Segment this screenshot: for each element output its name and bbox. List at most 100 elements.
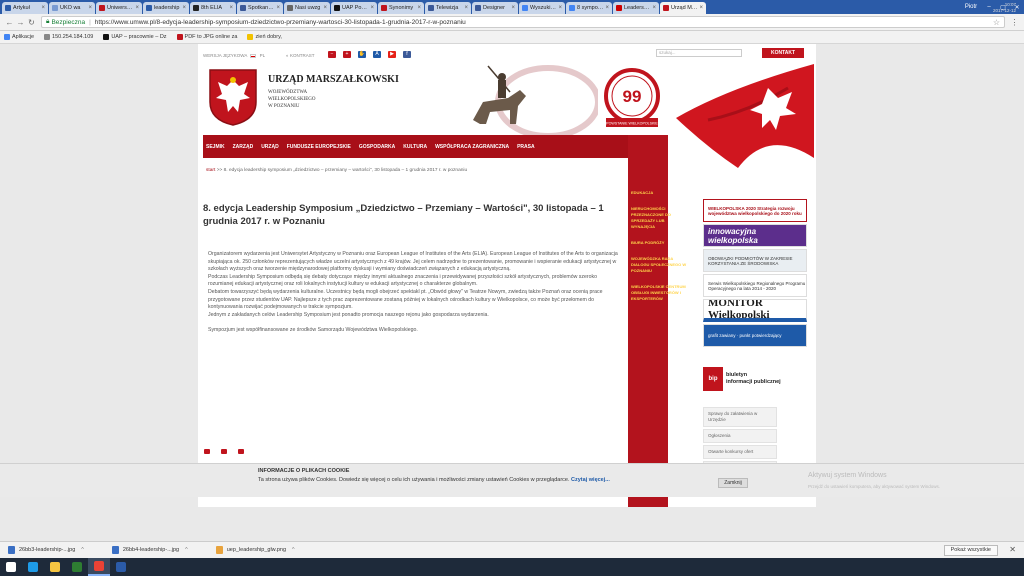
banner-wrpo[interactable]: Serwis Wielkopolskiego Regionalnego Prog… xyxy=(703,274,807,297)
reload-icon[interactable]: ↻ xyxy=(26,18,37,27)
bookmark-item[interactable]: 150.254.184.109 xyxy=(44,34,93,40)
browser-tab[interactable]: UKO wa × xyxy=(49,2,95,14)
tab-close-icon[interactable]: × xyxy=(88,5,92,11)
browser-tab[interactable]: Synonimy × xyxy=(378,2,424,14)
download-item[interactable]: 26bb4-leadership-...jpg ^ xyxy=(111,546,188,554)
tab-close-icon[interactable]: × xyxy=(41,5,45,11)
store-icon[interactable] xyxy=(66,558,88,576)
tab-close-icon[interactable]: × xyxy=(699,5,703,11)
download-item[interactable]: uep_leadership_glw.png ^ xyxy=(215,546,295,554)
forward-icon[interactable]: → xyxy=(15,18,26,27)
file-explorer-icon[interactable] xyxy=(44,558,66,576)
bookmark-item[interactable]: PDF to JPG online za xyxy=(176,34,237,40)
cookie-close-button[interactable]: Zamknij xyxy=(718,478,748,488)
tab-close-icon[interactable]: × xyxy=(511,5,515,11)
sidebar-nav-item[interactable]: WIELKOPOLSKIE CENTRUM OBSŁUGI INWESTORÓW… xyxy=(631,284,689,302)
menu-icon[interactable]: ⋮ xyxy=(1009,18,1020,27)
browser-tab[interactable]: UAP Poznań× xyxy=(331,2,377,14)
url-input[interactable]: 🔒︎ Bezpieczna | https://www.umww.pl/8-ed… xyxy=(41,16,1005,28)
font-size-increase-icon[interactable]: + xyxy=(343,51,351,58)
main-nav-item[interactable]: ZARZĄD xyxy=(233,144,254,150)
font-size-decrease-icon[interactable]: − xyxy=(328,51,336,58)
sidebar-link[interactable]: Ogłoszenia xyxy=(703,429,777,443)
tab-close-icon[interactable]: × xyxy=(558,5,562,11)
browser-tab[interactable]: Leadership × xyxy=(613,2,659,14)
sidebar-nav-item[interactable]: EDUKACJA xyxy=(631,190,689,196)
chevron-up-icon[interactable]: ^ xyxy=(292,547,295,553)
sidebar-nav-item[interactable]: NIERUCHOMOŚCI PRZEZNACZONE DO SPRZEDAŻY … xyxy=(631,206,689,230)
chrome-icon[interactable] xyxy=(88,558,110,576)
tab-close-icon[interactable]: × xyxy=(417,5,421,11)
system-tray[interactable]: 10:07 2017-12-12 xyxy=(993,2,1016,14)
browser-tab[interactable]: 8th ELIA × xyxy=(190,2,236,14)
internet-explorer-icon[interactable] xyxy=(22,558,44,576)
main-nav-item[interactable]: URZĄD xyxy=(261,144,279,150)
bookmark-star-icon[interactable]: ☆ xyxy=(993,18,1000,27)
email-icon[interactable] xyxy=(238,449,244,454)
windows-start-icon[interactable] xyxy=(0,558,22,576)
word-icon[interactable] xyxy=(110,558,132,576)
eagle-coat-of-arms-logo[interactable] xyxy=(208,68,258,126)
bookmark-item[interactable]: zień dobry, xyxy=(247,34,282,40)
browser-tab[interactable]: Wyszukiwa × xyxy=(519,2,565,14)
sign-language-icon[interactable]: ✋ xyxy=(358,51,366,58)
site-search-input[interactable]: szukaj... xyxy=(656,49,742,57)
tab-close-icon[interactable]: × xyxy=(229,5,233,11)
tab-close-icon[interactable]: × xyxy=(652,5,656,11)
main-nav-item[interactable]: WSPÓŁPRACA ZAGRANICZNA xyxy=(435,144,509,150)
contrast-toggle[interactable]: ◐ KONTRAST xyxy=(286,53,315,58)
tab-close-icon[interactable]: × xyxy=(182,5,186,11)
tab-close-icon[interactable]: × xyxy=(605,5,609,11)
main-nav-item[interactable]: GOSPODARKA xyxy=(359,144,395,150)
bookmark-item[interactable]: Aplikacje xyxy=(4,34,34,40)
anniversary-99-badge[interactable]: 99 POWSTANIE WIELKOPOLSKIE xyxy=(600,66,664,132)
banner-profil-zaufany[interactable]: grafit zawiany · punkt potwierdzający xyxy=(703,324,807,347)
pdf-icon[interactable] xyxy=(204,449,210,454)
breadcrumb-start-link[interactable]: start xyxy=(206,168,215,173)
sidebar-nav-item[interactable]: BIURA PODRÓŻY xyxy=(631,240,689,246)
browser-tab[interactable]: Urząd Marsz× xyxy=(660,2,706,14)
sidebar-link[interactable]: Otwarte konkursy ofert xyxy=(703,445,777,459)
show-all-downloads-button[interactable]: Pokaż wszystkie xyxy=(943,545,998,556)
banner-innowacyjna-wielkopolska[interactable]: innowacyjna wielkopolska xyxy=(703,224,807,247)
sidebar-nav-item[interactable]: WOJEWÓDZKA RADA DIALOGU SPOŁECZNEGO W PO… xyxy=(631,256,689,274)
browser-tab[interactable]: Telewizja × xyxy=(425,2,471,14)
banner-monitor-wielkopolski[interactable]: MONITOR Wielkopolski xyxy=(703,299,807,322)
contact-button[interactable]: KONTAKT xyxy=(762,48,804,58)
main-nav-item[interactable]: FUNDUSZE EUROPEJSKIE xyxy=(287,144,351,150)
tab-close-icon[interactable]: × xyxy=(276,5,280,11)
polish-flag-icon[interactable] xyxy=(250,53,257,58)
browser-tab[interactable]: 8 sympozjum× xyxy=(566,2,612,14)
bookmark-item[interactable]: UAP – pracownie – Dz xyxy=(103,34,167,40)
translate-icon[interactable]: A xyxy=(373,51,381,58)
banner-wielkopolska-2020[interactable]: WIELKOPOLSKA 2020 Strategia rozwoju woje… xyxy=(703,199,807,222)
youtube-icon[interactable]: ▶ xyxy=(388,51,396,58)
chevron-up-icon[interactable]: ^ xyxy=(81,547,84,553)
print-icon[interactable] xyxy=(221,449,227,454)
tab-close-icon[interactable]: × xyxy=(370,5,374,11)
tab-close-icon[interactable]: × xyxy=(323,5,327,11)
download-item[interactable]: 26bb3-leadership-...jpg ^ xyxy=(8,546,84,554)
bip-link[interactable]: bip biuletyn informacji publicznej xyxy=(703,359,807,399)
close-downloads-icon[interactable]: ✕ xyxy=(1009,545,1016,554)
window-user-label[interactable]: Piotr xyxy=(960,4,982,10)
sidebar-link[interactable]: Sprawy do załatwienia w Urzędzie xyxy=(703,407,777,427)
browser-tab[interactable]: leadership × xyxy=(143,2,189,14)
browser-tab[interactable]: Nasi uwzg × xyxy=(284,2,330,14)
banner-obowiazki-podmiotow[interactable]: OBOWIĄZKI PODMIOTÓW W ZAKRESIE KORZYSTAN… xyxy=(703,249,807,272)
browser-tab[interactable]: Designer × xyxy=(472,2,518,14)
main-nav-item[interactable]: SEJMIK xyxy=(206,144,225,150)
main-nav-item[interactable]: PRASA xyxy=(517,144,535,150)
language-switcher[interactable]: WERSJA JĘZYKOWA PL xyxy=(203,53,265,58)
browser-tab[interactable]: Artykuł × xyxy=(2,2,48,14)
lock-icon[interactable]: 🔒︎ xyxy=(46,18,49,26)
browser-tab[interactable]: Spotkanie w× xyxy=(237,2,283,14)
back-icon[interactable]: ← xyxy=(4,18,15,27)
browser-tab[interactable]: Uniwersytet × xyxy=(96,2,142,14)
cookie-read-more-link[interactable]: Czytaj więcej... xyxy=(571,477,610,483)
tab-close-icon[interactable]: × xyxy=(135,5,139,11)
main-nav-item[interactable]: KULTURA xyxy=(403,144,427,150)
tab-close-icon[interactable]: × xyxy=(464,5,468,11)
facebook-icon[interactable]: f xyxy=(403,51,411,58)
chevron-up-icon[interactable]: ^ xyxy=(185,547,188,553)
